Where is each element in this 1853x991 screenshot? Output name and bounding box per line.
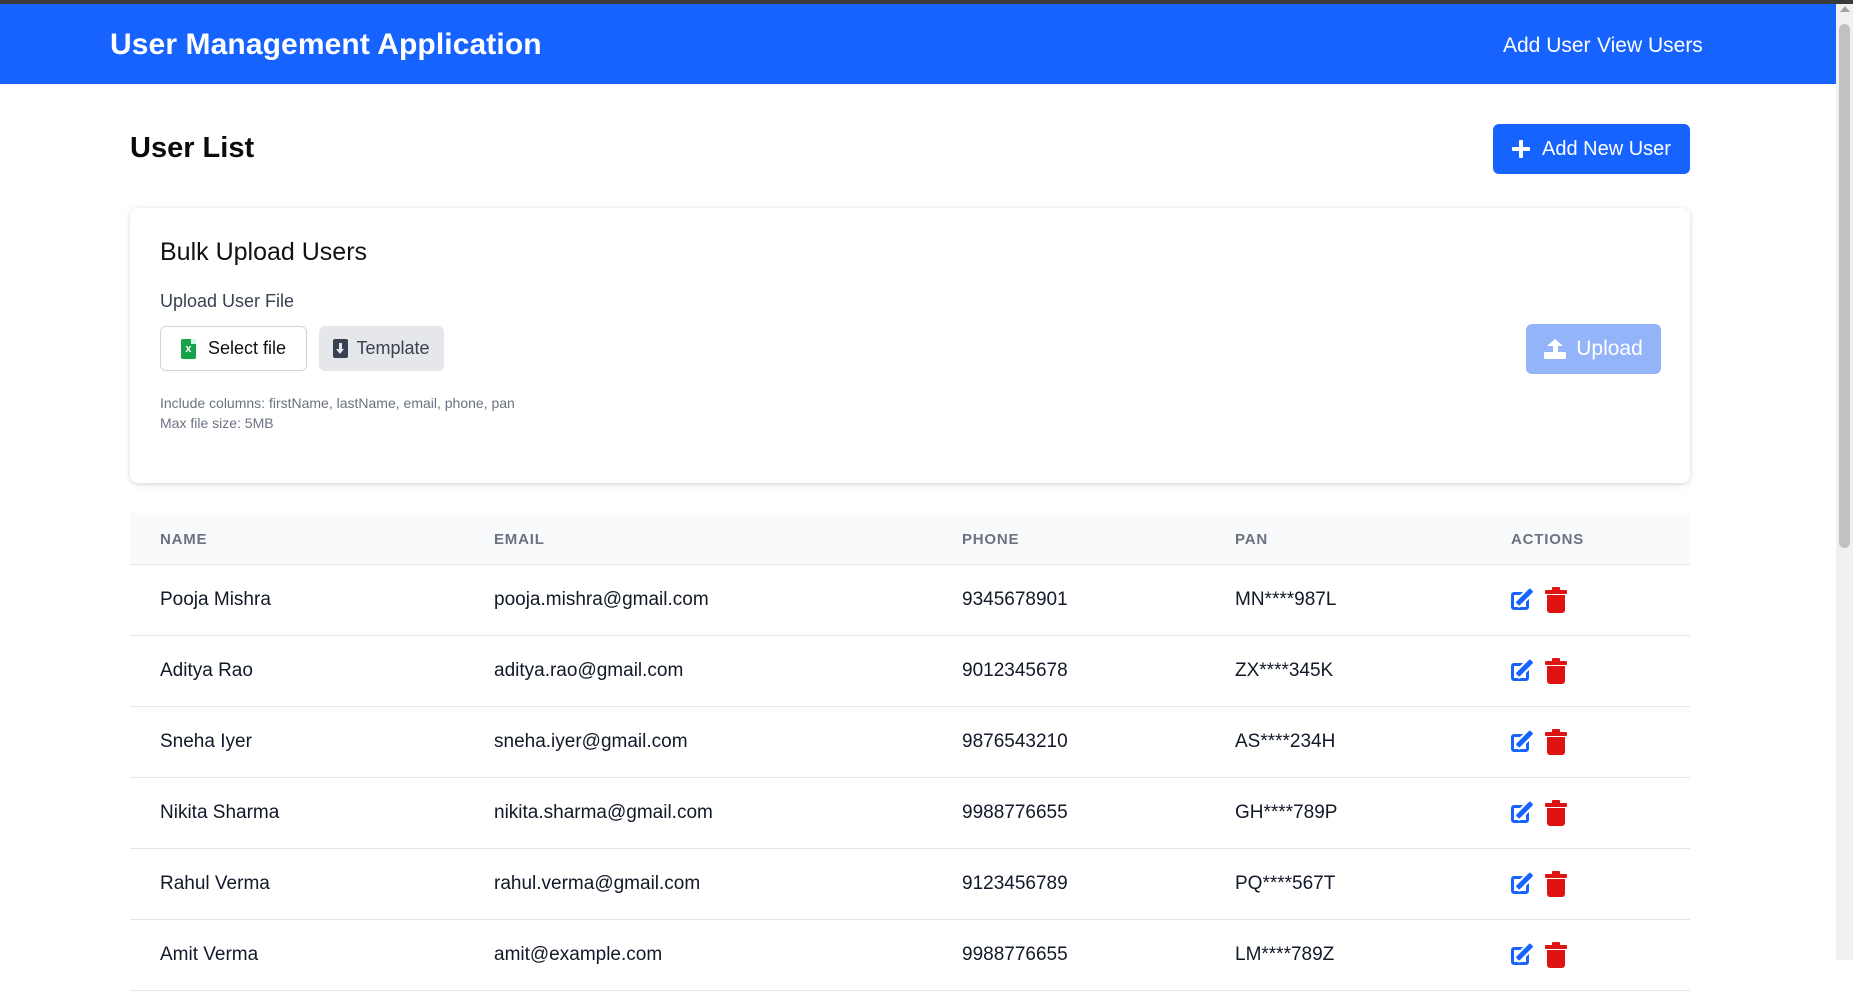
edit-icon[interactable]	[1511, 801, 1537, 825]
cell-phone: 9988776655	[962, 802, 1068, 823]
cell-phone: 9123456789	[962, 873, 1068, 894]
table-row: Nikita Sharma nikita.sharma@gmail.com 99…	[130, 778, 1690, 849]
row-actions	[1511, 587, 1567, 613]
cell-email: pooja.mishra@gmail.com	[494, 589, 709, 610]
navbar: User Management Application Add User Vie…	[0, 4, 1836, 84]
column-header-name: NAME	[160, 531, 208, 548]
add-new-user-label: Add New User	[1542, 137, 1671, 160]
file-download-icon	[333, 339, 349, 358]
row-actions	[1511, 658, 1567, 684]
row-actions	[1511, 871, 1567, 897]
edit-icon[interactable]	[1511, 872, 1537, 896]
edit-icon[interactable]	[1511, 659, 1537, 683]
row-actions	[1511, 942, 1567, 968]
trash-icon[interactable]	[1545, 729, 1567, 755]
cell-phone: 9876543210	[962, 731, 1068, 752]
cell-phone: 9012345678	[962, 660, 1068, 681]
cell-name: Pooja Mishra	[160, 589, 271, 610]
edit-icon[interactable]	[1511, 588, 1537, 612]
row-actions	[1511, 729, 1567, 755]
cell-pan: MN****987L	[1235, 589, 1337, 610]
column-header-phone: PHONE	[962, 531, 1020, 548]
column-header-actions: ACTIONS	[1511, 531, 1585, 548]
cell-email: nikita.sharma@gmail.com	[494, 802, 713, 823]
cell-name: Amit Verma	[160, 944, 259, 965]
template-label: Template	[356, 338, 430, 358]
table-row: Sneha Iyer sneha.iyer@gmail.com 98765432…	[130, 707, 1690, 778]
cell-pan: GH****789P	[1235, 802, 1338, 823]
upload-icon	[1544, 339, 1567, 359]
upload-label: Upload	[1576, 337, 1643, 360]
cell-name: Aditya Rao	[160, 660, 253, 681]
nav-add-user-link[interactable]: Add User	[1503, 34, 1591, 58]
bulk-upload-card: Bulk Upload Users Upload User File x Sel…	[130, 208, 1690, 483]
cell-email: sneha.iyer@gmail.com	[494, 731, 688, 752]
edit-icon[interactable]	[1511, 730, 1537, 754]
edit-icon[interactable]	[1511, 943, 1537, 967]
upload-file-label: Upload User File	[160, 291, 295, 311]
table-header: NAME EMAIL PHONE PAN ACTIONS	[130, 513, 1690, 565]
cell-phone: 9345678901	[962, 589, 1068, 610]
scroll-up-arrow-icon[interactable]	[1840, 6, 1850, 12]
upload-button[interactable]: Upload	[1526, 324, 1661, 374]
excel-file-icon: x	[180, 338, 196, 359]
plus-icon	[1512, 140, 1531, 158]
trash-icon[interactable]	[1545, 942, 1567, 968]
table-row: Amit Verma amit@example.com 9988776655 L…	[130, 920, 1690, 991]
select-file-button[interactable]: x Select file	[160, 326, 307, 371]
upload-hint-size: Max file size: 5MB	[160, 415, 274, 431]
cell-email: aditya.rao@gmail.com	[494, 660, 684, 681]
template-download-button[interactable]: Template	[319, 326, 444, 371]
cell-email: amit@example.com	[494, 944, 663, 965]
cell-pan: AS****234H	[1235, 731, 1336, 752]
trash-icon[interactable]	[1545, 800, 1567, 826]
users-table: NAME EMAIL PHONE PAN ACTIONS Pooja Mishr…	[130, 513, 1690, 991]
cell-name: Nikita Sharma	[160, 802, 280, 823]
cell-pan: ZX****345K	[1235, 660, 1334, 681]
upload-hint-columns: Include columns: firstName, lastName, em…	[160, 395, 515, 411]
add-new-user-button[interactable]: Add New User	[1493, 124, 1690, 174]
select-file-label: Select file	[207, 338, 287, 358]
cell-name: Rahul Verma	[160, 873, 270, 894]
trash-icon[interactable]	[1545, 587, 1567, 613]
nav-view-users-link[interactable]: View Users	[1597, 34, 1703, 58]
trash-icon[interactable]	[1545, 871, 1567, 897]
table-row: Aditya Rao aditya.rao@gmail.com 90123456…	[130, 636, 1690, 707]
cell-email: rahul.verma@gmail.com	[494, 873, 701, 894]
page-title: User List	[130, 132, 255, 164]
trash-icon[interactable]	[1545, 658, 1567, 684]
cell-phone: 9988776655	[962, 944, 1068, 965]
cell-pan: PQ****567T	[1235, 873, 1336, 894]
table-row: Pooja Mishra pooja.mishra@gmail.com 9345…	[130, 565, 1690, 636]
cell-name: Sneha Iyer	[160, 731, 252, 752]
cell-pan: LM****789Z	[1235, 944, 1335, 965]
row-actions	[1511, 800, 1567, 826]
app-title: User Management Application	[110, 28, 542, 61]
column-header-email: EMAIL	[494, 531, 545, 548]
bulk-upload-title: Bulk Upload Users	[160, 238, 368, 266]
scrollbar-thumb[interactable]	[1839, 24, 1850, 548]
table-row: Rahul Verma rahul.verma@gmail.com 912345…	[130, 849, 1690, 920]
column-header-pan: PAN	[1235, 531, 1268, 548]
